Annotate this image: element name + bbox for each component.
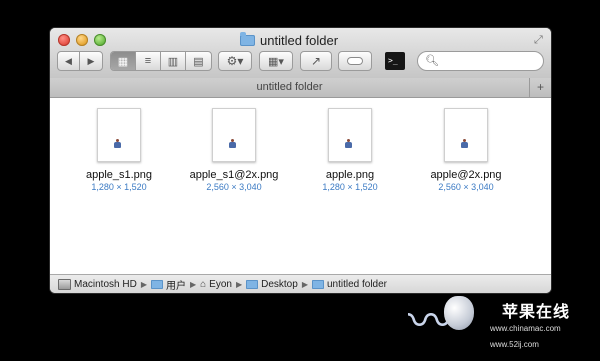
search-field[interactable]: 🔍︎ [417, 51, 544, 71]
desktop-folder-icon [246, 279, 259, 289]
back-button[interactable]: ◀ [58, 52, 80, 70]
apple-logo-icon [444, 296, 474, 330]
file-name: apple@2x.png [430, 169, 502, 181]
title-bar: untitled folder ⤢ ◀ ▶ ▦ ≡ ▥ ▤ ⚙▾ ▦▾ ↗ >_… [50, 28, 551, 79]
path-item-home[interactable]: ⌂ Eyon [200, 279, 232, 290]
path-item-macintosh-hd[interactable]: Macintosh HD [58, 278, 137, 290]
tab-untitled-folder[interactable]: untitled folder [50, 81, 529, 93]
path-separator-icon: ▶ [140, 279, 147, 289]
zoom-button[interactable] [94, 34, 106, 46]
finder-window: untitled folder ⤢ ◀ ▶ ▦ ≡ ▥ ▤ ⚙▾ ▦▾ ↗ >_… [50, 28, 551, 293]
file-thumbnail [444, 108, 488, 162]
close-button[interactable] [58, 34, 70, 46]
home-icon: ⌂ [200, 278, 207, 290]
file-item[interactable]: apple_s1@2x.png 2,560 × 3,040 [179, 108, 289, 192]
file-dimensions: 1,280 × 1,520 [322, 182, 378, 192]
watermark-brand: 苹果在线 [502, 302, 571, 321]
coverflow-view-button[interactable]: ▤ [186, 52, 211, 70]
users-folder-icon [150, 279, 163, 289]
path-label: untitled folder [326, 278, 388, 290]
path-item-users[interactable]: 用户 [150, 277, 186, 292]
site-watermark: 〰 苹果在线 www.chinamac.com www.52ij.com [398, 288, 600, 361]
back-forward-control: ◀ ▶ [57, 51, 103, 71]
apple-figure-icon [229, 139, 237, 148]
file-dimensions: 2,560 × 3,040 [206, 182, 262, 192]
folder-icon [240, 31, 255, 46]
watermark-url: www.chinamac.com [490, 324, 561, 333]
apple-figure-icon [461, 139, 469, 148]
path-label: 用户 [165, 280, 186, 292]
list-view-button[interactable]: ≡ [136, 52, 161, 70]
forward-button[interactable]: ▶ [80, 52, 102, 70]
file-area: apple_s1.png 1,280 × 1,520 apple_s1@2x.p… [50, 98, 551, 274]
search-input[interactable] [436, 53, 540, 70]
path-item-desktop[interactable]: Desktop [246, 279, 298, 290]
share-icon: ↗ [310, 54, 322, 68]
minimize-button[interactable] [76, 34, 88, 46]
path-label: Macintosh HD [74, 278, 137, 290]
view-mode-control: ▦ ≡ ▥ ▤ [110, 51, 212, 71]
window-title: untitled folder [260, 32, 339, 48]
path-label: Desktop [261, 278, 298, 290]
path-separator-icon: ▶ [189, 279, 197, 289]
column-view-button[interactable]: ▥ [161, 52, 186, 70]
file-dimensions: 1,280 × 1,520 [91, 182, 147, 192]
file-item[interactable]: apple_s1.png 1,280 × 1,520 [64, 108, 174, 192]
hard-drive-icon [58, 278, 71, 290]
file-thumbnail [97, 108, 141, 162]
icon-view-button[interactable]: ▦ [111, 52, 136, 70]
file-name: apple.png [325, 169, 375, 181]
action-menu-button[interactable]: ⚙▾ [218, 51, 252, 71]
grid-icon: ▦▾ [268, 55, 284, 68]
tab-bar: untitled folder + [50, 78, 551, 98]
path-label: Eyon [209, 278, 232, 290]
apple-figure-icon [114, 139, 122, 148]
apple-figure-icon [345, 139, 353, 148]
toggle-button[interactable] [338, 51, 372, 71]
file-dimensions: 2,560 × 3,040 [438, 182, 494, 192]
arrange-menu-button[interactable]: ▦▾ [259, 51, 293, 71]
file-thumbnail [212, 108, 256, 162]
file-name: apple_s1@2x.png [189, 169, 279, 181]
terminal-icon[interactable]: >_ [385, 52, 405, 70]
window-title-group: untitled folder [240, 31, 338, 49]
file-name: apple_s1.png [85, 169, 153, 181]
file-thumbnail [328, 108, 372, 162]
file-item[interactable]: apple@2x.png 2,560 × 3,040 [411, 108, 521, 192]
folder-icon [311, 279, 324, 289]
path-separator-icon: ▶ [235, 279, 243, 289]
gear-icon: ⚙▾ [226, 54, 244, 68]
file-item[interactable]: apple.png 1,280 × 1,520 [295, 108, 405, 192]
path-item-untitled-folder[interactable]: untitled folder [311, 278, 388, 290]
watermark-url: www.52ij.com [490, 340, 539, 349]
pill-icon [347, 57, 363, 65]
path-separator-icon: ▶ [301, 279, 308, 289]
fullscreen-icon[interactable]: ⤢ [534, 34, 543, 47]
add-tab-button[interactable]: + [529, 78, 551, 97]
share-button[interactable]: ↗ [300, 51, 332, 71]
